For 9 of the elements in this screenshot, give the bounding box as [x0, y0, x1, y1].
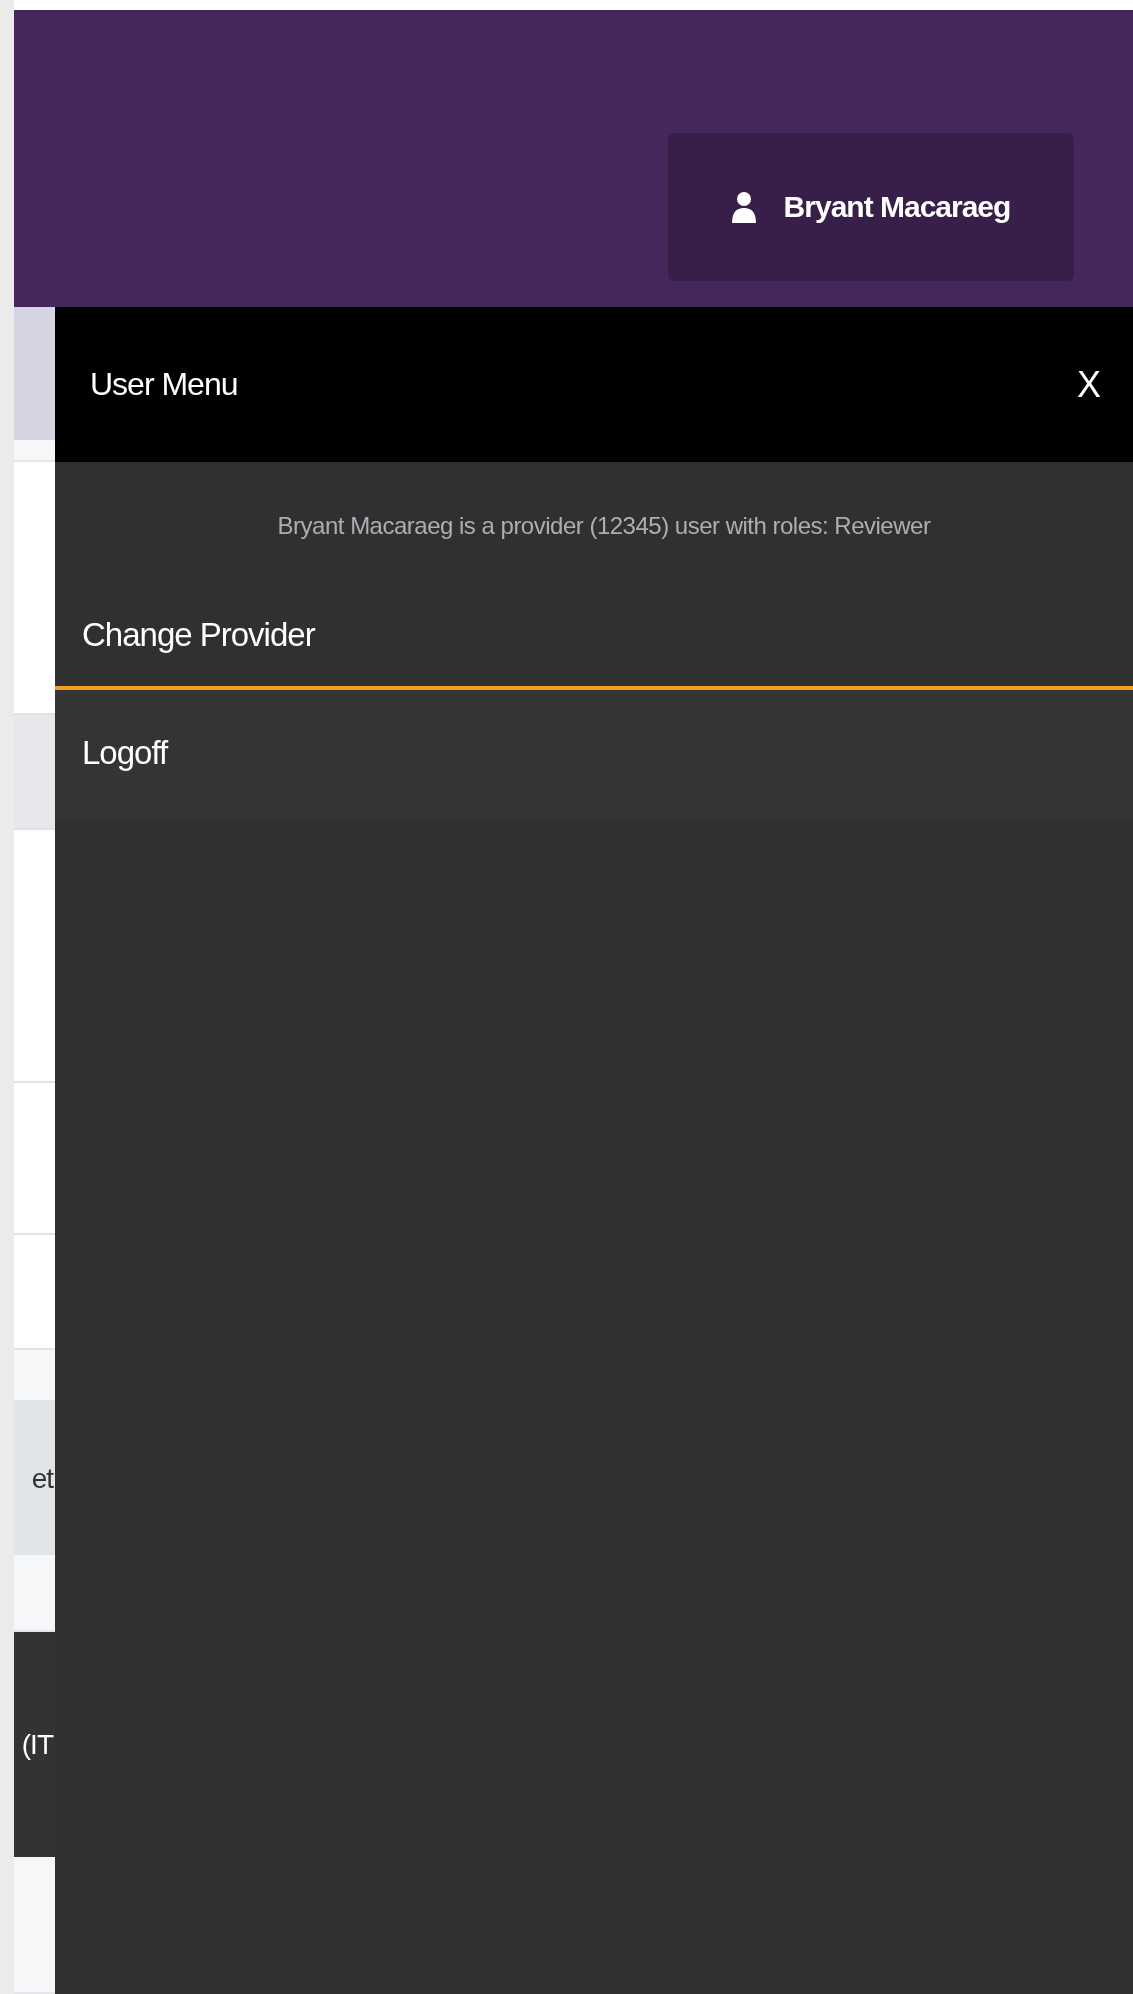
close-button[interactable]: X [1071, 363, 1107, 406]
table-spacer [14, 440, 55, 462]
user-info-text: Bryant Macaraeg is a provider (12345) user with roles: Reviewer [276, 511, 932, 541]
person-icon [731, 191, 756, 223]
row-text-fragment: (IT [21, 1728, 53, 1761]
user-button[interactable]: Bryant Macaraeg [668, 133, 1074, 281]
menu-item[interactable]: Logoff [55, 690, 1133, 820]
menu-title: User Menu [90, 366, 238, 403]
column-header-fragment: et [31, 1462, 53, 1495]
